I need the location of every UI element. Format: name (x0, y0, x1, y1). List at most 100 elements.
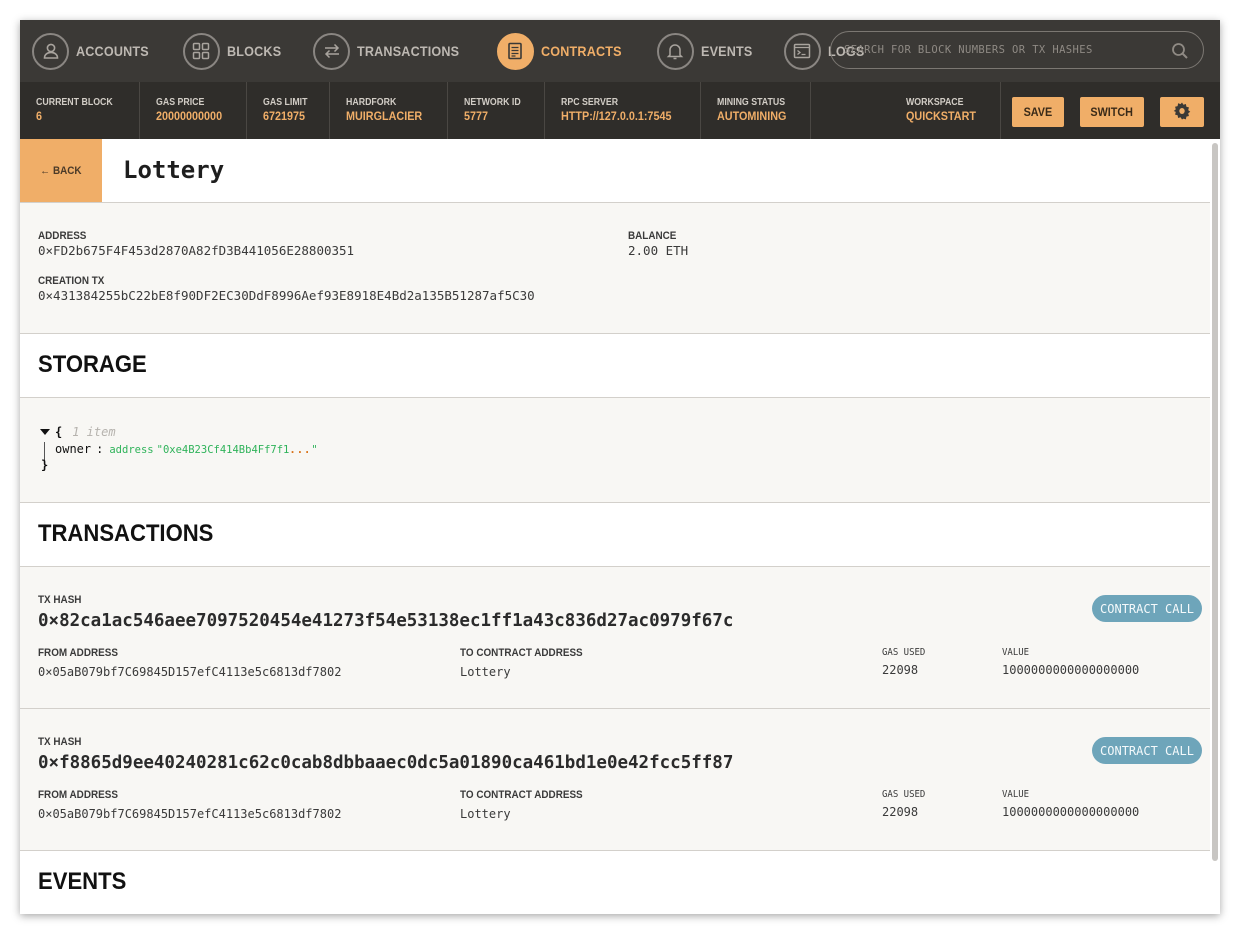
switch-button[interactable]: SWITCH (1080, 97, 1144, 127)
events-heading: EVENTS (38, 868, 127, 895)
nav-blocks[interactable]: BLOCKS (182, 32, 287, 70)
gear-icon (1173, 101, 1191, 124)
workspace-label: WORKSPACE (906, 97, 964, 108)
balance-label: BALANCE (628, 230, 677, 242)
from-address-label: FROM ADDRESS (38, 647, 118, 659)
transaction-row[interactable]: TX HASH 0×82ca1ac546aee7097520454e41273f… (20, 567, 1220, 709)
transactions-heading: TRANSACTIONS (38, 520, 214, 547)
to-address-label: TO CONTRACT ADDRESS (460, 789, 583, 801)
address-label: ADDRESS (38, 230, 87, 242)
transactions-heading-row: TRANSACTIONS (20, 503, 1220, 567)
search-bar (830, 31, 1204, 69)
back-button-label: ← BACK (40, 164, 82, 177)
page-title: Lottery (123, 156, 225, 184)
workspace-stat: WORKSPACE QUICKSTART (890, 82, 1001, 139)
to-address-label: TO CONTRACT ADDRESS (460, 647, 583, 659)
from-address: 0×05aB079bf7C69845D157efC4113e5c6813df78… (38, 665, 342, 679)
tx-hash: 0×f8865d9ee40240281c62c0cab8dbbaaec0dc5a… (38, 753, 734, 773)
rpc-server-stat: RPC SERVER HTTP://127.0.0.1:7545 (545, 82, 702, 139)
from-address: 0×05aB079bf7C69845D157efC4113e5c6813df78… (38, 807, 342, 821)
tx-hash-label: TX HASH (38, 736, 82, 748)
to-address: Lottery (460, 807, 511, 821)
contract-address: 0×FD2b675F4F453d2870A82fD3B441056E288003… (38, 243, 355, 258)
rpc-server-label: RPC SERVER (561, 97, 619, 108)
value-amount: 1000000000000000000 (1002, 663, 1140, 677)
transaction-row[interactable]: TX HASH 0×f8865d9ee40240281c62c0cab8dbba… (20, 709, 1220, 851)
swap-arrows-icon (313, 32, 351, 70)
storage-heading: STORAGE (38, 351, 147, 378)
hardfork-label: HARDFORK (346, 97, 397, 108)
current-block-value: 6 (36, 109, 43, 123)
to-address: Lottery (460, 665, 511, 679)
gas-used-value: 22098 (882, 663, 919, 677)
status-bar: CURRENT BLOCK 6 GAS PRICE 20000000000 GA… (20, 82, 1220, 139)
search-icon[interactable] (1171, 42, 1189, 65)
tx-hash: 0×82ca1ac546aee7097520454e41273f54e53138… (38, 611, 734, 631)
nav-blocks-label: BLOCKS (226, 43, 282, 59)
storage-heading-row: STORAGE (20, 334, 1220, 398)
nav-transactions[interactable]: TRANSACTIONS (313, 32, 471, 70)
item-count: 1 item (72, 425, 116, 439)
gas-limit-value: 6721975 (262, 109, 305, 123)
network-id-stat: NETWORK ID 5777 (448, 82, 546, 139)
creation-tx-label: CREATION TX (38, 275, 105, 287)
mining-status-stat: MINING STATUS AUTOMINING (701, 82, 812, 139)
network-id-label: NETWORK ID (463, 97, 521, 108)
nav-events-label: EVENTS (700, 43, 753, 59)
gas-used-label: GAS USED (882, 789, 926, 800)
save-button[interactable]: SAVE (1012, 97, 1064, 127)
mining-status-label: MINING STATUS (717, 97, 786, 108)
contract-title-bar: ← BACK Lottery (20, 139, 1220, 203)
storage-key: owner (55, 442, 92, 456)
storage-value: "0xe4B23Cf414Bb4Ff7f1 (156, 444, 290, 456)
events-heading-row: EVENTS (20, 851, 1220, 914)
nav-contracts-label: CONTRACTS (540, 43, 622, 59)
switch-button-label: SWITCH (1090, 105, 1134, 119)
open-brace: { (55, 425, 63, 439)
nav-accounts[interactable]: ACCOUNTS (32, 32, 157, 70)
gas-limit-label: GAS LIMIT (262, 97, 308, 108)
nav-contracts[interactable]: CONTRACTS (496, 32, 631, 70)
current-block-label: CURRENT BLOCK (36, 97, 113, 108)
top-navigation: ACCOUNTS BLOCKS TRANSACTIONS CONTRACTS E… (20, 20, 1220, 82)
save-button-label: SAVE (1023, 105, 1053, 119)
close-brace: } (41, 458, 49, 472)
storage-type: address (109, 444, 154, 456)
settings-button[interactable] (1160, 97, 1204, 127)
contract-call-badge: CONTRACT CALL (1092, 595, 1202, 622)
tx-hash-label: TX HASH (38, 594, 82, 606)
gas-price-value: 20000000000 (156, 109, 223, 123)
storage-value-end: " (311, 444, 318, 456)
gas-price-label: GAS PRICE (156, 97, 205, 108)
gas-limit-stat: GAS LIMIT 6721975 (247, 82, 331, 139)
terminal-icon (783, 32, 821, 70)
value-label: VALUE (1002, 647, 1030, 658)
workspace-value: QUICKSTART (906, 109, 977, 123)
search-input[interactable] (844, 44, 1164, 56)
contract-call-badge: CONTRACT CALL (1092, 737, 1202, 764)
storage-value-ellipsis[interactable]: ... (289, 444, 311, 456)
back-button[interactable]: ← BACK (20, 139, 102, 202)
document-icon (496, 32, 534, 70)
rpc-server-value: HTTP://127.0.0.1:7545 (561, 109, 672, 123)
storage-colon: : (96, 442, 104, 456)
gas-price-stat: GAS PRICE 20000000000 (140, 82, 247, 139)
nav-accounts-label: ACCOUNTS (76, 43, 149, 59)
collapse-caret-icon[interactable] (40, 429, 50, 435)
bell-icon (656, 32, 694, 70)
creation-tx-hash: 0×431384255bC22bE8f90DF2EC30DdF8996Aef93… (38, 288, 535, 303)
scrollbar-thumb[interactable] (1212, 143, 1218, 861)
nav-transactions-label: TRANSACTIONS (357, 43, 460, 59)
mining-status-value: AUTOMINING (717, 109, 787, 123)
balance-value: 2.00 ETH (628, 243, 689, 258)
gas-used-label: GAS USED (882, 647, 926, 658)
gas-used-value: 22098 (882, 805, 919, 819)
nav-events[interactable]: EVENTS (656, 32, 758, 70)
from-address-label: FROM ADDRESS (38, 789, 118, 801)
hardfork-stat: HARDFORK MUIRGLACIER (330, 82, 448, 139)
user-icon (32, 32, 69, 70)
contract-info: ADDRESS 0×FD2b675F4F453d2870A82fD3B44105… (20, 203, 1220, 334)
value-label: VALUE (1002, 789, 1030, 800)
grid-icon (182, 32, 220, 70)
value-amount: 1000000000000000000 (1002, 805, 1140, 819)
